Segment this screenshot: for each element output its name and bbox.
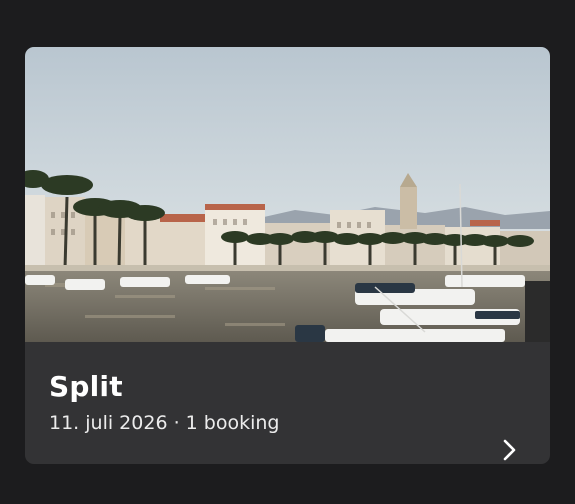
destination-title: Split: [49, 370, 123, 403]
trip-subtitle: 11. juli 2026 · 1 booking: [49, 412, 279, 434]
trip-info: Split 11. juli 2026 · 1 booking: [25, 342, 550, 464]
chevron-right-icon[interactable]: [497, 438, 521, 462]
separator-dot: ·: [167, 412, 186, 434]
booking-count: 1 booking: [185, 412, 280, 434]
destination-photo: [25, 47, 550, 342]
trip-card[interactable]: Split 11. juli 2026 · 1 booking: [25, 47, 550, 464]
trip-date: 11. juli 2026: [49, 412, 168, 434]
